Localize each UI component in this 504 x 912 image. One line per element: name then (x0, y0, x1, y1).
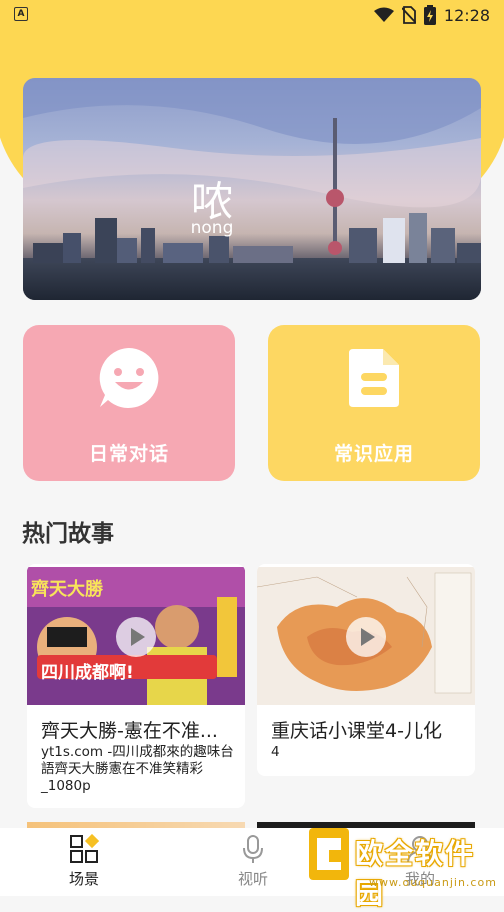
watermark: 欧全软件园 www.ouquanjin.com (307, 822, 497, 910)
watermark-url: www.ouquanjin.com (369, 876, 497, 889)
status-bar: A 12:28 (0, 0, 504, 30)
nav-listen[interactable]: 视听 (213, 834, 293, 889)
grid-icon (70, 834, 99, 863)
featured-banner[interactable]: 哝 nong (23, 78, 481, 300)
nav-scene[interactable]: 场景 (44, 834, 124, 889)
common-knowledge-label: 常识应用 (333, 443, 414, 465)
story-description: 4 (271, 744, 280, 760)
story-description: yt1s.com -四川成都來的趣味台語齊天大勝憲在不准笑精彩_1080p (41, 744, 234, 794)
nav-listen-label: 视听 (237, 870, 268, 888)
story-card[interactable]: 重庆话小课堂4-儿化 4 (257, 564, 475, 776)
status-time: 12:28 (443, 5, 490, 25)
document-icon (349, 349, 399, 407)
battery-icon (423, 5, 436, 25)
story-thumbnail: 齊天大勝 四川成都啊! (27, 567, 245, 705)
daily-conversation-card[interactable]: 日常对话 (23, 325, 235, 481)
common-knowledge-card[interactable]: 常识应用 (268, 325, 480, 481)
microphone-icon (243, 835, 263, 863)
banner-pinyin: nong (190, 218, 234, 238)
story-title: 齊天大勝-憲在不准... (41, 720, 218, 742)
daily-conversation-label: 日常对话 (88, 443, 169, 465)
no-sim-icon (401, 6, 416, 24)
section-title: 热门故事 (22, 521, 114, 547)
watermark-text: 欧全软件园 (355, 837, 476, 910)
svg-text:齊天大勝: 齊天大勝 (30, 578, 104, 600)
play-icon[interactable] (116, 617, 156, 657)
thumbnail-caption: 四川成都啊! (41, 663, 134, 683)
smile-chat-icon (99, 348, 159, 408)
story-title: 重庆话小课堂4-儿化 (271, 720, 442, 742)
nav-scene-label: 场景 (68, 870, 99, 888)
watermark-logo-icon (309, 828, 349, 880)
notification-a-icon: A (14, 7, 28, 21)
play-icon[interactable] (346, 617, 386, 657)
story-thumbnail (257, 567, 475, 705)
wifi-icon (373, 7, 394, 22)
story-card[interactable]: 齊天大勝 四川成都啊! 齊天大勝-憲在不准... yt1s.com -四川成都來… (27, 564, 245, 808)
